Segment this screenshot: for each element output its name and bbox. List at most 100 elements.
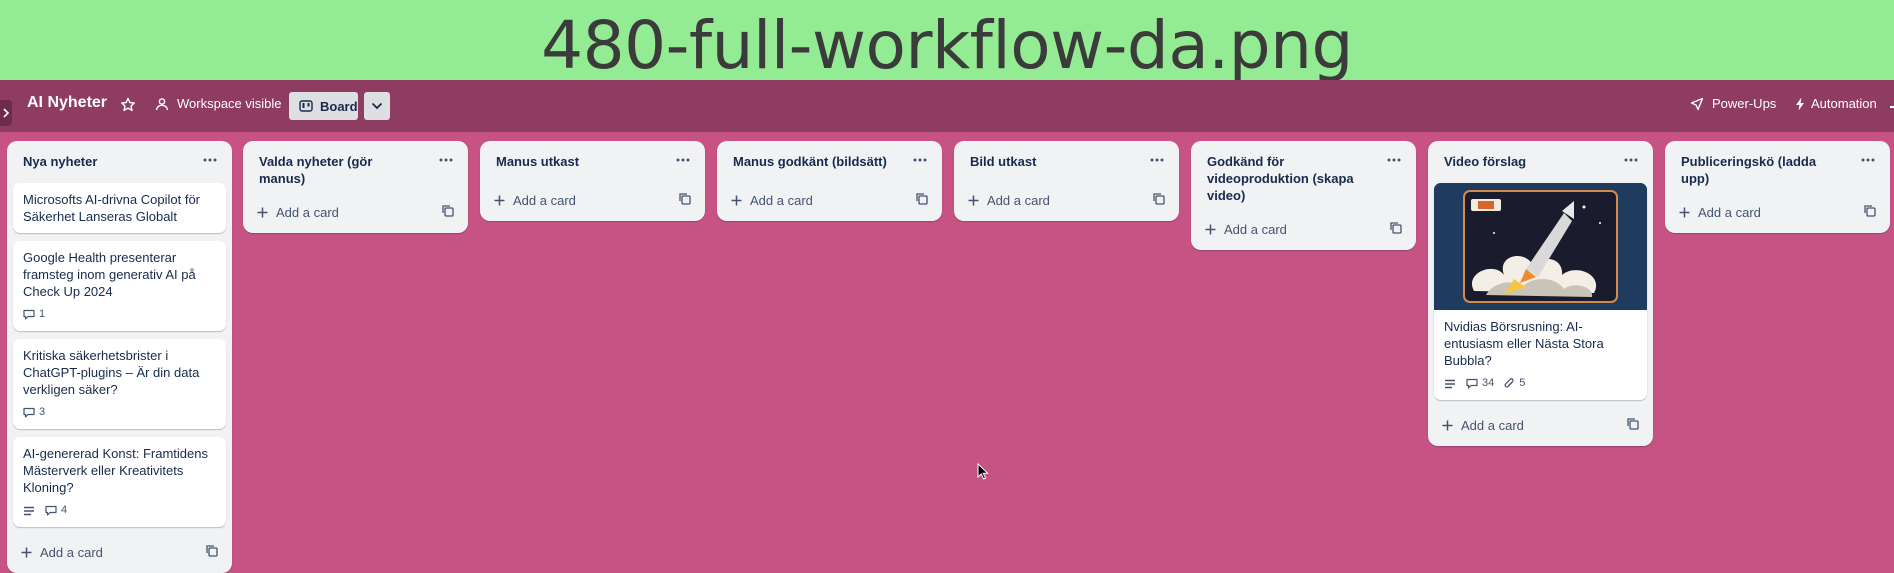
list-menu-button[interactable] [1382,150,1406,170]
card[interactable]: Kritiska säkerhetsbrister i ChatGPT-plug… [13,339,226,429]
card-template-icon[interactable] [916,193,928,205]
card[interactable]: Google Health presenterar framsteg inom … [13,241,226,331]
automation-button[interactable]: Automation [1795,96,1877,111]
list-manus-utkast: Manus utkast Add a card [480,141,705,221]
comments-badge: 34 [1466,375,1494,392]
add-card-label: Add a card [987,192,1050,208]
list-godkand-videoproduktion: Godkänd för videoproduktion (skapa video… [1191,141,1416,250]
comments-badge: 4 [45,502,67,519]
more-icon [1387,158,1401,162]
comment-icon [23,309,35,320]
more-icon [1861,158,1875,162]
list-menu-button[interactable] [198,150,222,170]
filename-title: 480-full-workflow-da.png [541,7,1353,84]
list-manus-godkant: Manus godkänt (bildsätt) Add a card [717,141,942,221]
card[interactable]: Nvidias Börsrusning: AI-entusiasm eller … [1434,183,1647,400]
card[interactable]: Microsofts AI-drivna Copilot för Säkerhe… [13,183,226,233]
comment-count: 4 [61,504,68,516]
comment-count: 1 [39,308,46,320]
add-card-label: Add a card [40,544,103,560]
attachments-badge: 5 [1504,375,1525,392]
header-overflow-indicator [1890,106,1894,108]
star-button[interactable] [120,97,140,117]
card-title: Microsofts AI-drivna Copilot för Säkerhe… [23,192,201,224]
add-card-button[interactable]: Add a card [1665,195,1890,229]
comment-count: 34 [1482,377,1495,389]
list-menu-button[interactable] [671,150,695,170]
view-switcher-button[interactable] [364,92,390,120]
card-template-icon[interactable] [679,193,691,205]
add-card-label: Add a card [1698,204,1761,220]
add-card-label: Add a card [513,192,576,208]
card-template-icon[interactable] [1627,418,1639,430]
more-icon [1150,158,1164,162]
add-card-button[interactable]: Add a card [1191,212,1416,246]
board-header: AI Nyheter Workspace visible Board Power… [0,80,1894,132]
comment-icon [23,407,35,418]
add-card-button[interactable]: Add a card [954,183,1179,217]
comment-count: 3 [39,406,46,418]
card-template-icon[interactable] [206,545,218,557]
more-icon [676,158,690,162]
board-title[interactable]: AI Nyheter [27,94,107,112]
paperclip-icon [1504,377,1514,388]
plus-icon [1679,207,1690,217]
more-icon [1624,158,1638,162]
list-menu-button[interactable] [1619,150,1643,170]
plus-icon [731,195,742,205]
list-menu-button[interactable] [908,150,932,170]
add-card-label: Add a card [276,204,339,220]
add-card-button[interactable]: Add a card [1428,408,1653,442]
star-icon [121,97,135,112]
card-title: Nvidias Börsrusning: AI-entusiasm eller … [1444,319,1604,368]
visibility-label: Workspace visible [177,96,282,111]
list-nya-nyheter: Nya nyheter Microsofts AI-drivna Copilot… [7,141,232,573]
card[interactable]: AI-genererad Konst: Framtidens Mästerver… [13,437,226,527]
powerups-button[interactable]: Power-Ups [1690,96,1776,111]
chevron-right-icon [3,108,10,118]
rocket-icon [1690,97,1704,110]
more-icon [439,158,453,162]
add-card-button[interactable]: Add a card [480,183,705,217]
lightning-icon [1796,97,1804,110]
more-icon [203,158,217,162]
plus-icon [1205,224,1216,234]
rocket-launch-illustration [1434,183,1647,310]
card-template-icon[interactable] [1153,193,1165,205]
list-menu-button[interactable] [434,150,458,170]
more-icon [913,158,927,162]
add-card-button[interactable]: Add a card [717,183,942,217]
board-view-button[interactable]: Board [289,92,358,120]
card-title: Google Health presenterar framsteg inom … [23,250,196,299]
add-card-button[interactable]: Add a card [243,195,468,229]
card-template-icon[interactable] [1390,222,1402,234]
card-title: Kritiska säkerhetsbrister i ChatGPT-plug… [23,348,200,397]
card-title: AI-genererad Konst: Framtidens Mästerver… [23,446,208,495]
add-card-label: Add a card [1461,417,1524,433]
list-menu-button[interactable] [1145,150,1169,170]
card-template-icon[interactable] [442,205,454,217]
list-publiceringsko: Publiceringskö (ladda upp) Add a card [1665,141,1890,233]
comments-badge: 3 [23,404,45,421]
plus-icon [21,547,32,557]
card-template-icon[interactable] [1864,205,1876,217]
list-menu-button[interactable] [1856,150,1880,170]
people-icon [155,97,169,110]
add-card-label: Add a card [750,192,813,208]
add-card-button[interactable]: Add a card [7,535,232,569]
sidebar-toggle[interactable] [0,100,12,126]
list-valda-nyheter: Valda nyheter (gör manus) Add a card [243,141,468,233]
plus-icon [1442,420,1453,430]
add-card-label: Add a card [1224,221,1287,237]
chevron-down-icon [371,102,383,110]
plus-icon [257,207,268,217]
comment-icon [1466,378,1478,389]
plus-icon [968,195,979,205]
card-cover-image [1434,183,1647,310]
powerups-label: Power-Ups [1712,96,1777,111]
visibility-button[interactable]: Workspace visible [155,96,282,111]
plus-icon [494,195,505,205]
automation-label: Automation [1811,96,1877,111]
description-icon [1445,379,1455,388]
board-view-label: Board [320,98,358,114]
